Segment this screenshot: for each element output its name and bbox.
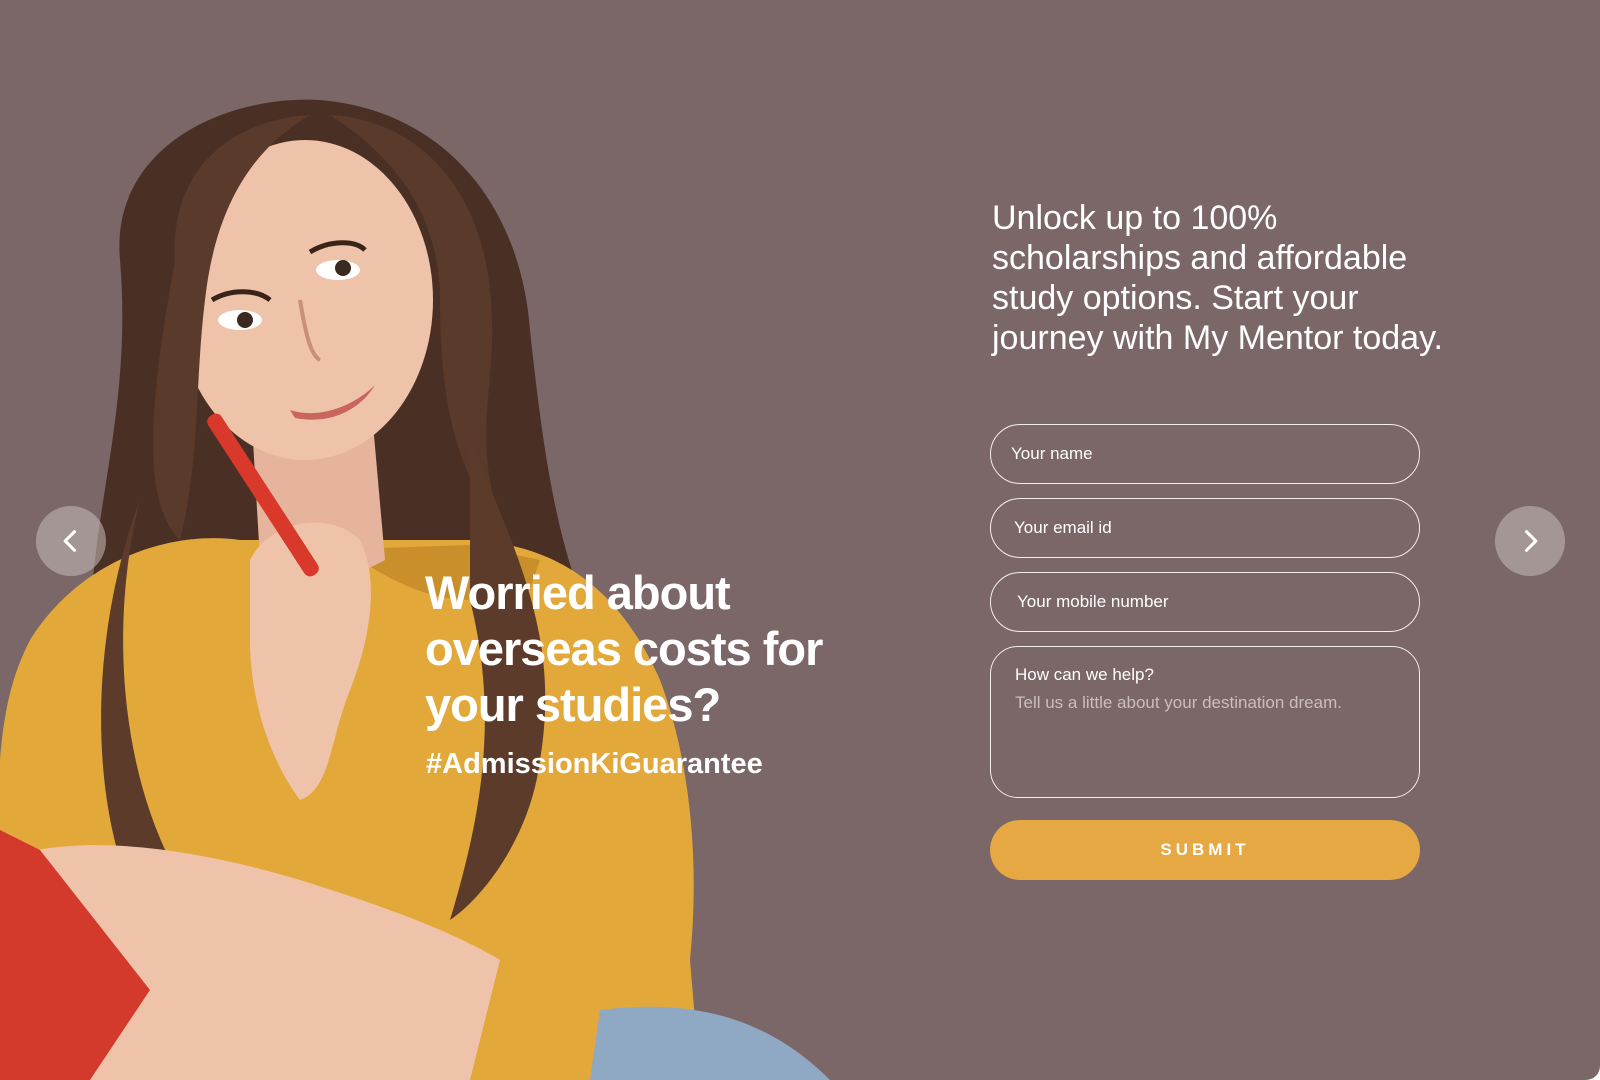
chevron-left-icon xyxy=(63,530,77,552)
email-input[interactable] xyxy=(990,498,1420,558)
promo-line: study options. Start your xyxy=(992,279,1359,317)
hero-headline: Worried about overseas costs for your st… xyxy=(425,565,845,733)
hero-headline-line: Worried about xyxy=(425,566,731,619)
promo-line: journey with My Mentor today. xyxy=(992,319,1443,357)
promo-line: Unlock up to 100% xyxy=(992,199,1278,237)
hero-headline-line: your studies? xyxy=(425,678,721,731)
student-photo xyxy=(0,0,880,1080)
carousel-prev-button[interactable] xyxy=(36,506,106,576)
hero-headline-line: overseas costs for xyxy=(425,622,823,675)
promo-line: scholarships and affordable xyxy=(992,239,1408,277)
submit-button[interactable]: SUBMIT xyxy=(990,820,1420,880)
hashtag: #AdmissionKiGuarantee xyxy=(426,748,763,780)
help-field[interactable]: How can we help? xyxy=(990,646,1420,798)
help-textarea[interactable] xyxy=(1015,693,1395,783)
hero-slide: Worried about overseas costs for your st… xyxy=(0,0,1600,1080)
chevron-right-icon xyxy=(1524,530,1538,552)
name-input[interactable] xyxy=(990,424,1420,484)
mobile-input[interactable] xyxy=(990,572,1420,632)
help-label: How can we help? xyxy=(1015,665,1154,684)
promo-text: Unlock up to 100% scholarships and affor… xyxy=(992,198,1552,358)
carousel-next-button[interactable] xyxy=(1495,506,1565,576)
